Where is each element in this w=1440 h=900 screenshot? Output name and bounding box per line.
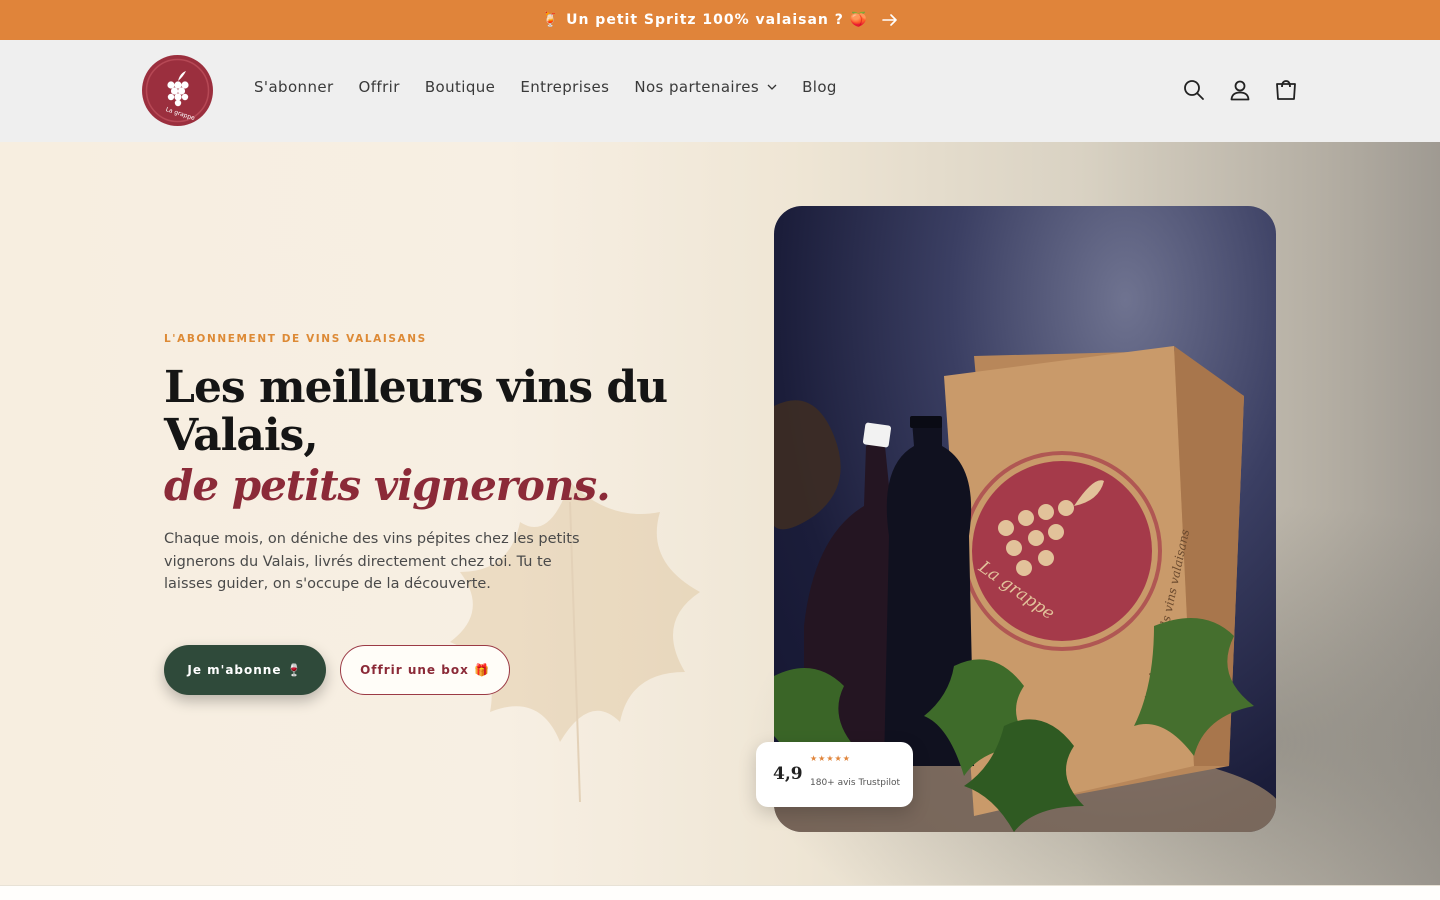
wine-box-illustration: La grappe tite des grands vins valaisans — [774, 346, 1276, 832]
nav-item-sabonner[interactable]: S'abonner — [254, 78, 334, 96]
announcement-text[interactable]: 🍹 Un petit Spritz 100% valaisan ? 🍑 — [542, 12, 868, 28]
offer-box-button[interactable]: Offrir une box 🎁 — [340, 645, 510, 695]
next-section-top — [0, 886, 1440, 900]
nav-label: Boutique — [424, 78, 496, 96]
cart-icon[interactable] — [1274, 78, 1298, 102]
nav-item-nos-partenaires[interactable]: Nos partenaires — [634, 78, 777, 96]
nav-label: Offrir — [358, 78, 400, 96]
header-actions — [1182, 78, 1298, 102]
site-header: La grappe S'abonner Offrir Boutique Entr… — [0, 40, 1440, 142]
nav-label: Nos partenaires — [634, 78, 760, 96]
chevron-down-icon — [767, 84, 777, 90]
search-icon[interactable] — [1182, 78, 1206, 102]
nav-label: Blog — [802, 78, 837, 96]
hero-section: L'ABONNEMENT DE VINS VALAISANS Les meill… — [0, 142, 1440, 886]
hero-headline-accent: de petits vignerons. — [164, 461, 611, 510]
nav-item-boutique[interactable]: Boutique — [425, 78, 495, 96]
nav-item-offrir[interactable]: Offrir — [359, 78, 400, 96]
nav-label: Entreprises — [520, 78, 610, 96]
hero-description: Chaque mois, on déniche des vins pépites… — [164, 531, 580, 593]
subscribe-button[interactable]: Je m'abonne 🍷 — [164, 645, 326, 695]
arrow-right-icon[interactable] — [882, 14, 898, 26]
account-icon[interactable] — [1228, 78, 1252, 102]
rating-stars: ★★★★★ — [810, 754, 851, 763]
grape-logo-icon: La grappe — [145, 58, 210, 123]
announcement-bar[interactable]: 🍹 Un petit Spritz 100% valaisan ? 🍑 — [0, 0, 1440, 40]
trustpilot-rating-card[interactable]: 4,9 ★★★★★ 180+ avis Trustpilot — [756, 742, 913, 807]
hero-headline: Les meilleurs vins du Valais, — [164, 362, 668, 461]
product-image: La grappe tite des grands vins valaisans — [774, 206, 1276, 832]
nav-item-blog[interactable]: Blog — [802, 78, 837, 96]
logo[interactable]: La grappe — [142, 55, 213, 126]
main-nav: S'abonner Offrir Boutique Entreprises No… — [254, 78, 837, 96]
vine-leaf-decoration — [450, 482, 700, 803]
rating-text: 180+ avis Trustpilot — [810, 778, 901, 788]
hero-eyebrow: L'ABONNEMENT DE VINS VALAISANS — [164, 333, 427, 345]
nav-item-entreprises[interactable]: Entreprises — [520, 78, 609, 96]
nav-label: S'abonner — [254, 78, 334, 96]
rating-score: 4,9 — [773, 764, 803, 784]
